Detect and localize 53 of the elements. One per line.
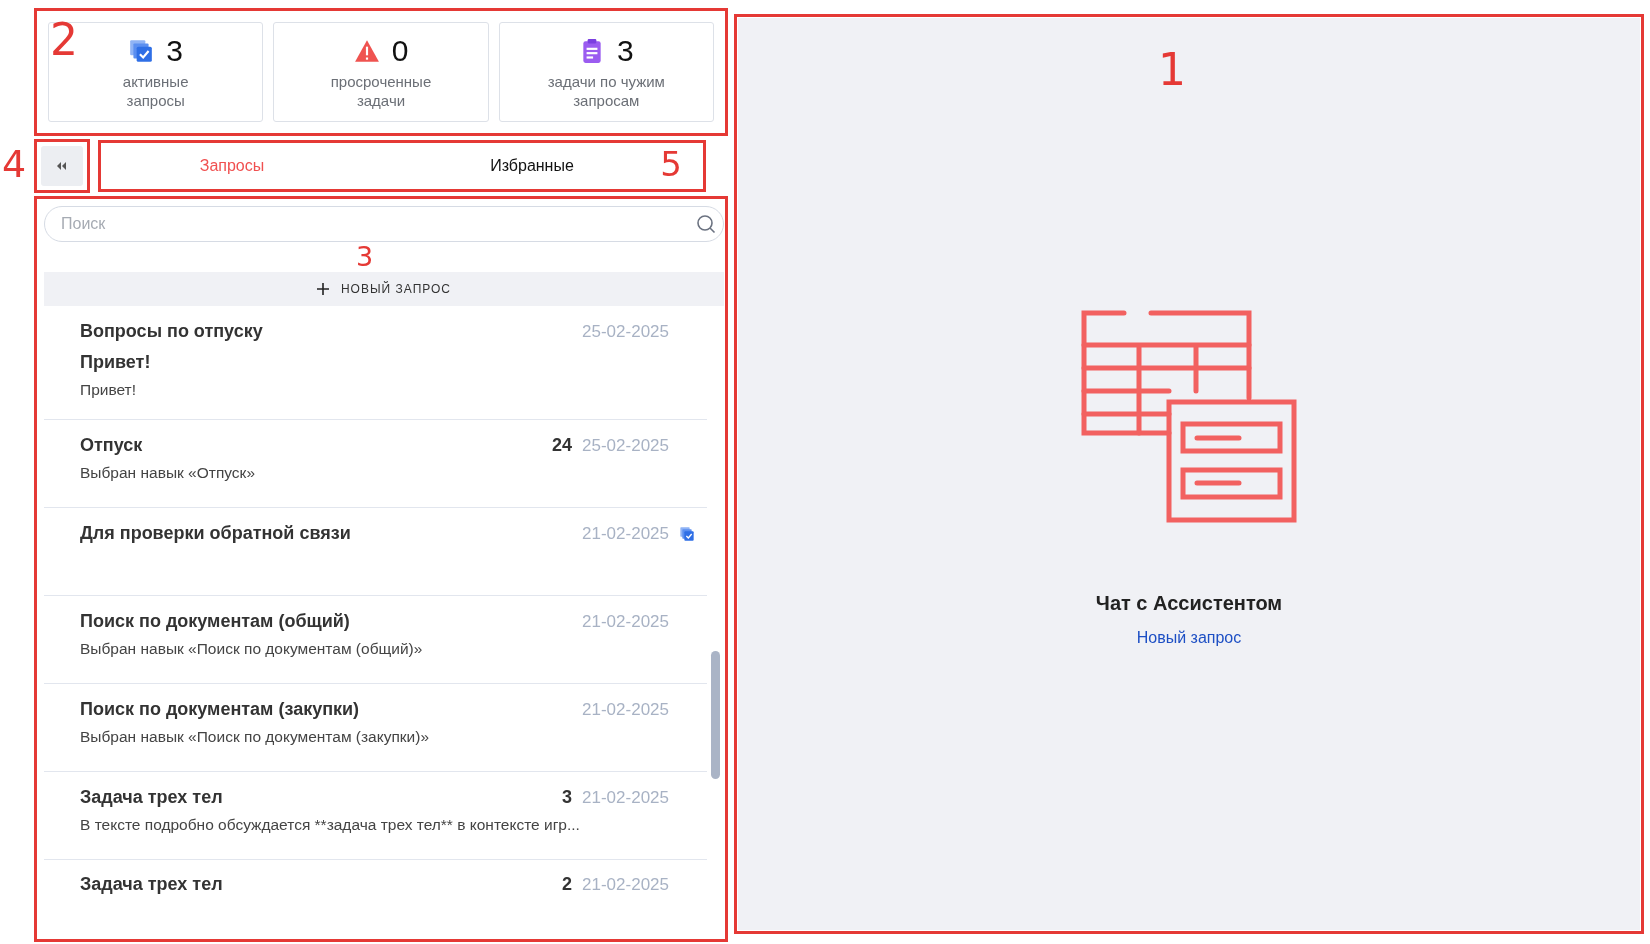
request-title: Задача трех тел xyxy=(80,874,224,895)
annotation-number: 1 xyxy=(1158,48,1186,92)
stat-label: активные запросы xyxy=(121,72,190,110)
request-preview: Выбран навык «Поиск по документам (закупки)» xyxy=(80,728,431,746)
scrollbar-thumb[interactable] xyxy=(711,651,720,779)
request-title: Поиск по документам (общий) xyxy=(80,611,351,632)
request-date: 21-02-2025 xyxy=(582,787,669,808)
request-item[interactable]: Поиск по документам (закупки) 21-02-2025 Выбран навык «Поиск по документам (закупки)» xyxy=(44,684,707,772)
checked-documents-icon xyxy=(128,38,155,64)
request-title: Задача трех тел xyxy=(80,787,224,808)
search-icon xyxy=(696,214,716,234)
search-field[interactable]: Поиск xyxy=(44,206,724,242)
annotation-number: 4 xyxy=(2,145,27,183)
request-date: 21-02-2025 xyxy=(582,699,669,720)
request-date: 21-02-2025 xyxy=(582,874,669,895)
request-preview: Привет! xyxy=(80,381,137,399)
request-preview: Выбран навык «Поиск по документам (общий)» xyxy=(80,640,424,658)
request-date: 21-02-2025 xyxy=(582,611,669,632)
request-subtitle: Привет! xyxy=(80,352,152,373)
stat-value: 0 xyxy=(391,34,409,68)
collapse-button[interactable] xyxy=(41,146,83,186)
message-count: 2 xyxy=(562,874,573,895)
stat-label: просроченные задачи xyxy=(329,72,433,110)
request-title: Поиск по документам (закупки) xyxy=(80,699,361,720)
request-title: Вопросы по отпуску xyxy=(80,321,264,342)
request-item[interactable]: Для проверки обратной связи 21-02-2025 xyxy=(44,508,707,596)
request-item[interactable]: Отпуск 24 25-02-2025 Выбран навык «Отпуск» xyxy=(44,420,707,508)
annotation-number: 5 xyxy=(660,147,682,181)
new-request-button[interactable]: НОВЫЙ ЗАПРОС xyxy=(44,272,724,306)
stat-value: 3 xyxy=(166,34,183,68)
request-preview: Выбран навык «Отпуск» xyxy=(80,464,256,482)
request-item[interactable]: Вопросы по отпуску 25-02-2025 Привет! Привет! xyxy=(44,306,707,420)
annotation-number: 3 xyxy=(356,243,374,270)
plus-icon xyxy=(316,283,329,295)
request-date: 25-02-2025 xyxy=(582,435,669,456)
request-item[interactable]: Поиск по документам (общий) 21-02-2025 Выбран навык «Поиск по документам (общий)» xyxy=(44,596,707,684)
chat-title: Чат с Ассистентом xyxy=(1095,592,1283,615)
request-title: Отпуск xyxy=(80,435,144,456)
request-item[interactable]: Задача трех тел 3 21-02-2025 В тексте подробно обсуждается **задача трех тел** в контексте игр... xyxy=(44,772,707,860)
request-item[interactable]: Задача трех тел 2 21-02-2025 xyxy=(44,860,707,907)
request-title: Для проверки обратной связи xyxy=(80,523,352,544)
annotation-number: 2 xyxy=(50,18,78,62)
stat-value: 3 xyxy=(616,34,634,68)
message-count: 24 xyxy=(552,435,573,456)
double-chevron-icon xyxy=(56,162,68,170)
warning-icon xyxy=(353,38,380,64)
tab[interactable]: Запросы xyxy=(102,144,402,188)
message-count: 3 xyxy=(562,787,573,808)
request-date: 25-02-2025 xyxy=(582,321,669,342)
stat-label: задачи по чужим запросам xyxy=(546,72,666,110)
new-request-link[interactable]: Новый запрос xyxy=(1136,629,1242,647)
request-date: 21-02-2025 xyxy=(582,523,669,544)
request-preview: В тексте подробно обсуждается **задача трех тел** в контексте игр... xyxy=(80,816,581,834)
